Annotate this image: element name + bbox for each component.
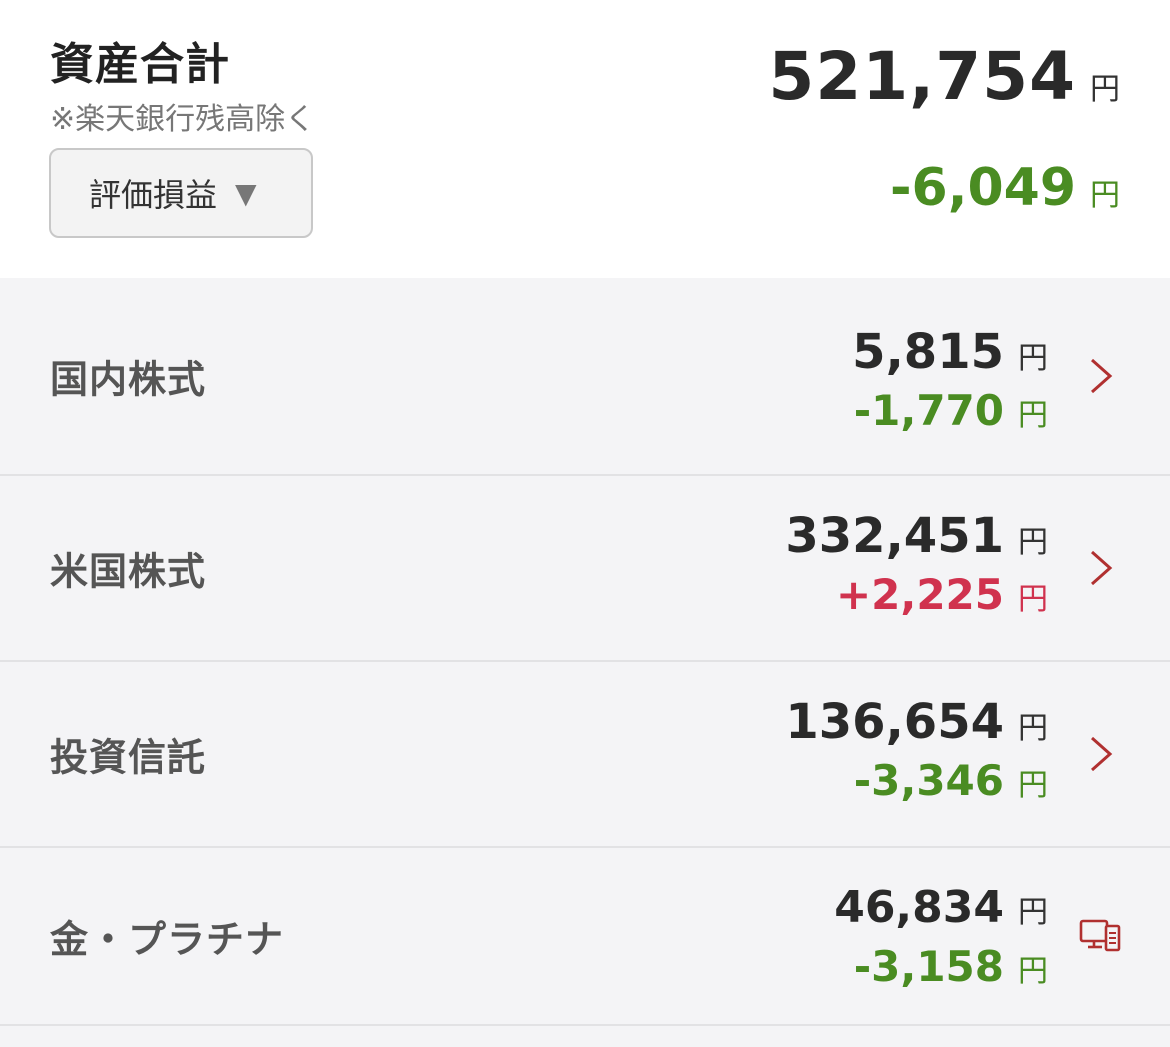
- asset-value-unit: 円: [1018, 341, 1048, 376]
- display-mode-select[interactable]: 評価損益 ▼: [49, 148, 313, 238]
- asset-row-investment-trusts[interactable]: 投資信託 136,654 円 -3,346 円: [0, 662, 1170, 848]
- asset-profit-loss: -1,770: [853, 386, 1004, 435]
- total-value-unit: 円: [1090, 72, 1120, 107]
- summary-title: 資産合計: [50, 39, 230, 90]
- asset-values: 46,834 円 -3,158 円: [834, 878, 1048, 996]
- asset-value-unit: 円: [1018, 711, 1048, 746]
- asset-values: 136,654 円 -3,346 円: [785, 692, 1048, 810]
- asset-value: 46,834: [834, 882, 1004, 933]
- chevron-right-icon[interactable]: [1078, 354, 1122, 398]
- asset-values: 332,451 円 +2,225 円: [785, 506, 1048, 624]
- asset-pl-unit: 円: [1018, 768, 1048, 803]
- summary-note: ※楽天銀行残高除く: [50, 102, 316, 137]
- asset-pl-unit: 円: [1018, 582, 1048, 617]
- asset-value: 5,815: [852, 324, 1004, 380]
- chevron-right-icon[interactable]: [1078, 732, 1122, 776]
- total-value-line: 521,754 円: [768, 38, 1120, 115]
- asset-label: 金・プラチナ: [50, 917, 285, 962]
- asset-label: 国内株式: [50, 357, 207, 402]
- pc-terminal-icon[interactable]: [1078, 914, 1122, 958]
- asset-value-unit: 円: [1018, 525, 1048, 560]
- total-value: 521,754: [768, 38, 1076, 115]
- asset-profit-loss: -3,346: [853, 756, 1004, 805]
- asset-row-domestic-stocks[interactable]: 国内株式 5,815 円 -1,770 円: [0, 278, 1170, 476]
- asset-pl-unit: 円: [1018, 954, 1048, 989]
- asset-label: 米国株式: [50, 549, 207, 594]
- total-pl-unit: 円: [1090, 178, 1120, 213]
- asset-values: 5,815 円 -1,770 円: [852, 322, 1048, 440]
- chevron-right-icon[interactable]: [1078, 546, 1122, 590]
- asset-row-gold-platinum[interactable]: 金・プラチナ 46,834 円 -3,158 円: [0, 848, 1170, 1026]
- total-pl-line: -6,049 円: [890, 158, 1120, 218]
- asset-pl-unit: 円: [1018, 398, 1048, 433]
- asset-row-us-stocks[interactable]: 米国株式 332,451 円 +2,225 円: [0, 476, 1170, 662]
- asset-label: 投資信託: [50, 735, 207, 780]
- dropdown-arrow-icon: ▼: [235, 176, 257, 210]
- asset-category-list: 国内株式 5,815 円 -1,770 円 米国株式 332,451 円 +2,…: [0, 278, 1170, 1026]
- asset-summary-panel: 資産合計 ※楽天銀行残高除く 評価損益 ▼ 521,754 円 -6,049 円: [0, 0, 1170, 278]
- asset-value: 332,451: [785, 508, 1004, 564]
- asset-profit-loss: +2,225: [835, 570, 1004, 619]
- asset-value-unit: 円: [1018, 895, 1048, 930]
- asset-profit-loss: -3,158: [853, 942, 1004, 991]
- display-mode-label: 評価損益: [89, 176, 218, 214]
- total-profit-loss: -6,049: [889, 158, 1076, 218]
- asset-value: 136,654: [785, 694, 1004, 750]
